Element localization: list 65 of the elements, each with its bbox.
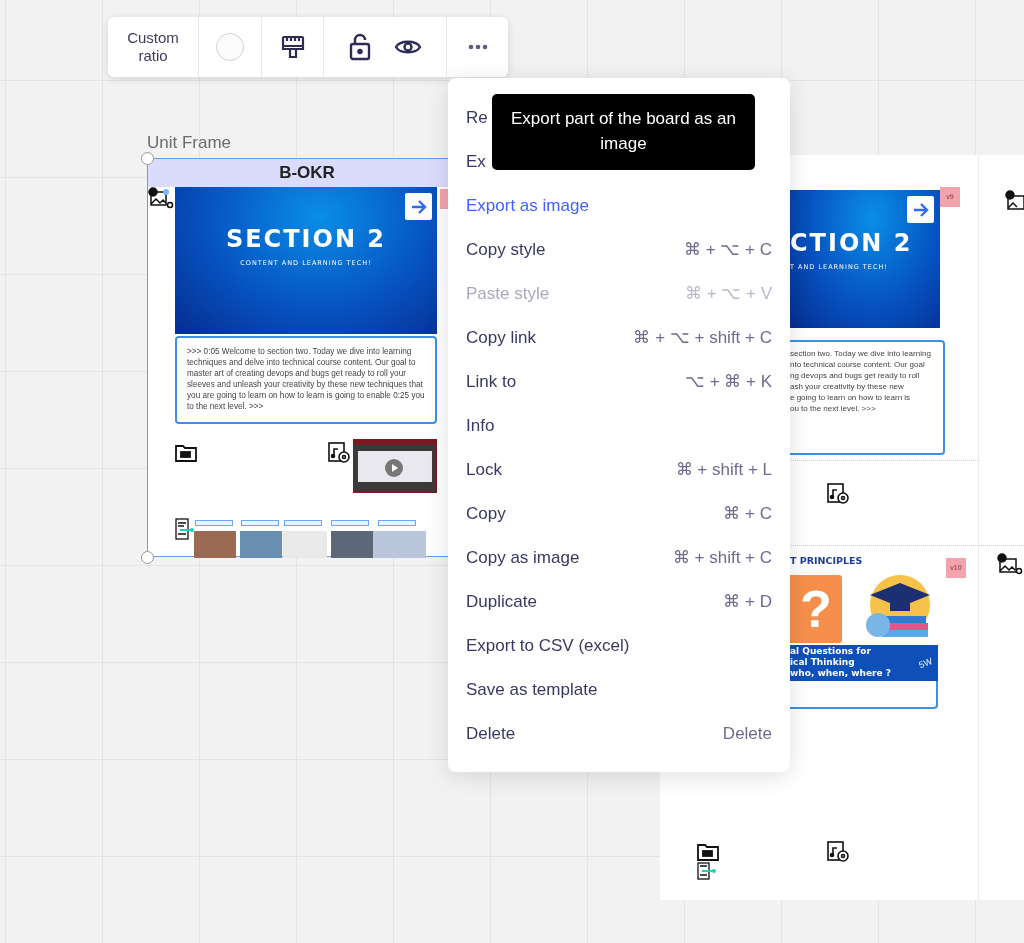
image-add-icon — [997, 553, 1023, 575]
shortcut-text: Delete — [722, 723, 772, 746]
transcript-text: section two. Today we dive into learning nto technical course content. Our goal ng devops and bugs get ready to roll ash your creativity by these new e going to learn on how to learn is ou to the next level. >>> — [790, 340, 945, 455]
music-file-icon — [827, 840, 849, 862]
menu-item[interactable]: Delete Delete — [448, 712, 790, 756]
photo-placeholder — [283, 531, 327, 558]
play-icon — [385, 459, 403, 477]
menu-item[interactable]: Export as image — [448, 184, 790, 228]
image-add-icon — [1005, 190, 1024, 212]
arrow-button[interactable] — [907, 196, 934, 223]
tooltip: Export part of the board as an image — [492, 94, 755, 170]
menu-item[interactable]: Copy ⌘ + C — [448, 492, 790, 536]
shortcut-text: ⌘ + shift + L — [675, 459, 772, 482]
arrow-button[interactable] — [405, 193, 432, 220]
frame-label: Unit Frame — [147, 132, 232, 154]
shortcut-text: ⌘ + ⌥ + shift + C — [633, 327, 772, 350]
photo-placeholder — [240, 531, 282, 558]
menu-item[interactable]: Copy link ⌘ + ⌥ + shift + C — [448, 316, 790, 360]
caption-bar — [241, 520, 279, 526]
caption-bar — [331, 520, 369, 526]
photo-placeholder — [331, 531, 373, 558]
menu-item[interactable]: Duplicate ⌘ + D — [448, 580, 790, 624]
caption-bar — [378, 520, 416, 526]
question-mark-tile: ? — [790, 575, 842, 643]
more-icon[interactable] — [467, 44, 488, 50]
fill-color-swatch[interactable] — [216, 33, 244, 61]
slide-title: CTION 2 — [790, 228, 913, 259]
music-file-icon — [827, 482, 849, 504]
shortcut-text: ⌘ + shift + C — [672, 547, 772, 570]
menu-item[interactable]: Copy as image ⌘ + shift + C — [448, 536, 790, 580]
menu-item[interactable]: Save as template — [448, 668, 790, 712]
transcript-text: >>> 0:05 Welcome to section two. Today we dive into learning techniques and delve into technical course content. Our goal to master art of creating devops and bugs get ready to roll your sleeves and unleash your creativity by these new techniques that you are going to learn on how to learn is going to enable 0:25 you to the next level. >>> — [175, 336, 437, 424]
brush-icon[interactable] — [279, 34, 306, 60]
resize-handle[interactable] — [141, 152, 154, 165]
document-link-icon — [175, 518, 195, 540]
shortcut-text: ⌘ + C — [723, 503, 772, 526]
video-folder-icon — [175, 444, 197, 462]
menu-item[interactable]: Export to CSV (excel) — [448, 624, 790, 668]
banner-tag: 5W — [916, 655, 934, 673]
resize-handle[interactable] — [141, 551, 154, 564]
photo-placeholder — [194, 531, 236, 558]
banner-text: al Questions for ical Thinking who, when, where ? — [790, 646, 891, 679]
document-link-icon — [697, 862, 717, 880]
menu-item[interactable]: Lock ⌘ + shift + L — [448, 448, 790, 492]
menu-item[interactable]: Info — [448, 404, 790, 448]
caption-bar — [284, 520, 322, 526]
shortcut-text: ⌘ + D — [723, 591, 772, 614]
menu-item[interactable]: Link to ⌥ + ⌘ + K — [448, 360, 790, 404]
image-add-icon — [148, 187, 174, 209]
video-thumbnail[interactable] — [353, 439, 437, 493]
video-folder-icon — [697, 843, 719, 861]
padlock-icon[interactable] — [348, 33, 372, 61]
photo-placeholder — [373, 531, 426, 558]
menu-item[interactable]: Copy style ⌘ + ⌥ + C — [448, 228, 790, 272]
caption-bar — [195, 520, 233, 526]
section-heading: T PRINCIPLES — [790, 554, 863, 568]
arrow-icon — [912, 202, 929, 217]
custom-ratio-button[interactable]: Custom ratio — [121, 29, 185, 65]
shortcut-text: ⌥ + ⌘ + K — [684, 371, 772, 394]
music-file-icon — [328, 441, 350, 463]
arrow-icon — [410, 199, 427, 214]
shortcut-text: ⌘ + ⌥ + C — [683, 239, 772, 262]
sticky-note — [440, 189, 448, 209]
slide-title: SECTION 2 — [224, 224, 388, 255]
shortcut-text: ⌘ + ⌥ + V — [684, 283, 772, 306]
